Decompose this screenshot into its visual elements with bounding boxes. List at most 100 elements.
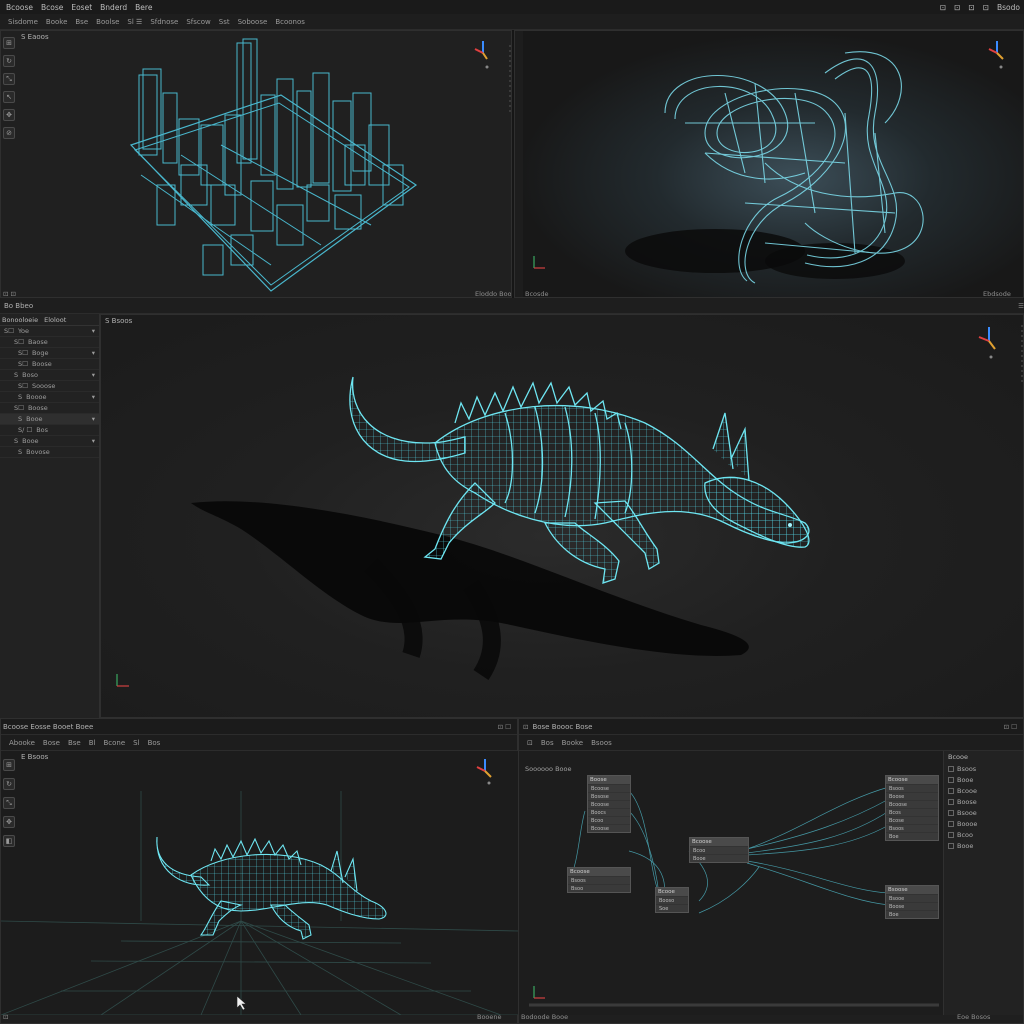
panel-tab[interactable]: Bse xyxy=(68,739,81,747)
toolbar-item[interactable]: Sst xyxy=(219,18,230,26)
window-control-icon[interactable]: ⊡ xyxy=(950,3,964,12)
property-checkbox-icon[interactable] xyxy=(948,809,954,816)
property-checkbox-icon[interactable] xyxy=(948,765,954,772)
node-socket[interactable]: Bosose xyxy=(588,792,630,800)
panel-tab[interactable]: Bos xyxy=(148,739,161,747)
panel-tab[interactable]: Abooke xyxy=(9,739,35,747)
property-checkbox-icon[interactable] xyxy=(948,798,954,805)
node-socket[interactable]: Boe xyxy=(886,832,938,840)
axis-gizmo-icon[interactable] xyxy=(471,755,497,791)
menu-item[interactable]: Bnderd xyxy=(96,3,131,12)
node-socket[interactable]: Bcose xyxy=(886,816,938,824)
node-box[interactable]: Bcoose Bsoos Boose Bcoose Bcos Bcose Bsoos Boe xyxy=(885,775,939,841)
node-socket[interactable]: Bcoose xyxy=(588,800,630,808)
toolbar-item[interactable]: Bcoonos xyxy=(275,18,305,26)
workspace-label[interactable]: Bsodo xyxy=(993,3,1024,12)
panel-tab[interactable]: Bose xyxy=(43,739,60,747)
toolbar-item[interactable]: Sfscow xyxy=(186,18,210,26)
node-socket[interactable]: Bcoo xyxy=(690,846,748,854)
scale-tool-icon[interactable]: ⤡ xyxy=(3,73,15,85)
node-socket[interactable]: Booso xyxy=(656,896,688,904)
property-row[interactable]: Boose xyxy=(944,796,1023,807)
node-box[interactable]: Bcoose Bsoos Bsoo xyxy=(567,867,631,893)
menu-item[interactable]: Bere xyxy=(131,3,156,12)
move-tool-icon[interactable]: ⊞ xyxy=(3,37,15,49)
measure-tool-icon[interactable]: ⊘ xyxy=(3,127,15,139)
outliner-item[interactable]: S/ ☐ Bos xyxy=(0,425,99,436)
outliner-item[interactable]: S☐ Baose xyxy=(0,337,99,348)
panel-tab[interactable]: Bcone xyxy=(103,739,125,747)
property-row[interactable]: Bcoo xyxy=(944,829,1023,840)
window-control-icon[interactable]: ⊡ xyxy=(964,3,978,12)
menu-item[interactable]: Bcoose xyxy=(2,3,37,12)
toolbar-item[interactable]: Boolse xyxy=(96,18,119,26)
outliner-item[interactable]: S Bovose xyxy=(0,447,99,458)
node-socket[interactable]: Boose xyxy=(886,792,938,800)
node-box[interactable]: Bsoose Bsooe Boose Boe xyxy=(885,885,939,919)
node-socket[interactable]: Bsoo xyxy=(568,884,630,892)
property-checkbox-icon[interactable] xyxy=(948,776,954,783)
window-control-icon[interactable]: ⊡ xyxy=(979,3,993,12)
city-wireframe-model[interactable] xyxy=(121,35,421,297)
panel-menu-icon[interactable]: ⊡ ☐ xyxy=(498,723,517,731)
toolbar-item[interactable]: Sisdome xyxy=(8,18,38,26)
property-row[interactable]: Booe xyxy=(944,774,1023,785)
panel-tab[interactable]: Bl xyxy=(89,739,96,747)
panel-menu-icon[interactable]: ⊡ xyxy=(527,739,533,747)
panel-tab[interactable]: Booke xyxy=(562,739,583,747)
toolbar-item[interactable]: Sfdnose xyxy=(150,18,178,26)
viewport-bottom-left[interactable]: ⊞ ↻ ⤡ ✥ ◧ E Bsoos xyxy=(1,751,519,1015)
outliner-item[interactable]: S☐ Boge ▾ xyxy=(0,348,99,359)
property-row[interactable]: Bsoos xyxy=(944,763,1023,774)
property-row[interactable]: Boooe xyxy=(944,818,1023,829)
property-row[interactable]: Booe xyxy=(944,840,1023,851)
panel-window-icon[interactable]: ⊡ ☐ xyxy=(1004,723,1023,731)
node-socket[interactable]: Bcos xyxy=(886,808,938,816)
creature-wireframe-model[interactable] xyxy=(345,373,825,617)
rotate-tool-icon[interactable]: ↻ xyxy=(3,778,15,790)
outliner-item[interactable]: S☐ Boose xyxy=(0,403,99,414)
node-box[interactable]: Boose Bcoose Bosose Bcoose Boocs Bcoo Bcoose xyxy=(587,775,631,833)
property-checkbox-icon[interactable] xyxy=(948,820,954,827)
viewport-top-left[interactable]: ⊞ ↻ ⤡ ↖ ✥ ⊘ S Eaoos ⊡ ⊡ Eloddo Boo xyxy=(0,30,512,298)
node-socket[interactable]: Bcoo xyxy=(588,816,630,824)
outliner-item[interactable]: S Booe ▾ xyxy=(0,414,99,425)
node-socket[interactable]: Bsooe xyxy=(886,894,938,902)
panel-tab[interactable]: Bos xyxy=(541,739,554,747)
outliner-item[interactable]: S Boso ▾ xyxy=(0,370,99,381)
toolbar-item[interactable]: Sl ☰ xyxy=(127,18,142,26)
property-row[interactable]: Bcooe xyxy=(944,785,1023,796)
viewport-top-right[interactable]: Bcosde Ebdsode xyxy=(514,30,1024,298)
node-socket[interactable]: Boose xyxy=(886,902,938,910)
outliner-item[interactable]: S☐ Yoe ▾ xyxy=(0,326,99,337)
outliner-tab[interactable]: Bonooloeie xyxy=(2,316,38,324)
node-socket[interactable]: Soe xyxy=(656,904,688,912)
axis-gizmo-icon[interactable] xyxy=(983,37,1009,73)
chevron-down-icon[interactable]: ▾ xyxy=(92,393,99,401)
menu-item[interactable]: Eoset xyxy=(67,3,96,12)
node-socket[interactable]: Bsoos xyxy=(886,784,938,792)
knot-wireframe-model[interactable] xyxy=(645,33,935,295)
toolbar-item[interactable]: Soboose xyxy=(238,18,268,26)
axis-gizmo-icon[interactable] xyxy=(973,323,1001,363)
node-socket[interactable]: Bsoos xyxy=(886,824,938,832)
toolbar-item[interactable]: Booke xyxy=(46,18,67,26)
property-row[interactable]: Bsooe xyxy=(944,807,1023,818)
node-box[interactable]: Bcooe Booso Soe xyxy=(655,887,689,913)
node-socket[interactable]: Bcoose xyxy=(588,784,630,792)
outliner-item[interactable]: S Boooe ▾ xyxy=(0,392,99,403)
outliner-item[interactable]: S☐ Boose xyxy=(0,359,99,370)
window-control-icon[interactable]: ⊡ xyxy=(936,3,950,12)
node-socket[interactable]: Boe xyxy=(886,910,938,918)
menu-item[interactable]: Bcose xyxy=(37,3,67,12)
chevron-down-icon[interactable]: ▾ xyxy=(92,349,99,357)
panel-menu-icon[interactable]: ⊡ xyxy=(523,723,528,731)
transform-tool-icon[interactable]: ✥ xyxy=(3,109,15,121)
move-tool-icon[interactable]: ⊞ xyxy=(3,759,15,771)
node-box[interactable]: Bcoose Bcoo Booe xyxy=(689,837,749,863)
property-checkbox-icon[interactable] xyxy=(948,787,954,794)
panel-tab[interactable]: Bsoos xyxy=(591,739,612,747)
creature-preview-model[interactable] xyxy=(151,831,391,941)
outliner-tab[interactable]: Eloloot xyxy=(44,316,66,324)
header-menu-icon[interactable]: ☰ xyxy=(1018,302,1024,310)
